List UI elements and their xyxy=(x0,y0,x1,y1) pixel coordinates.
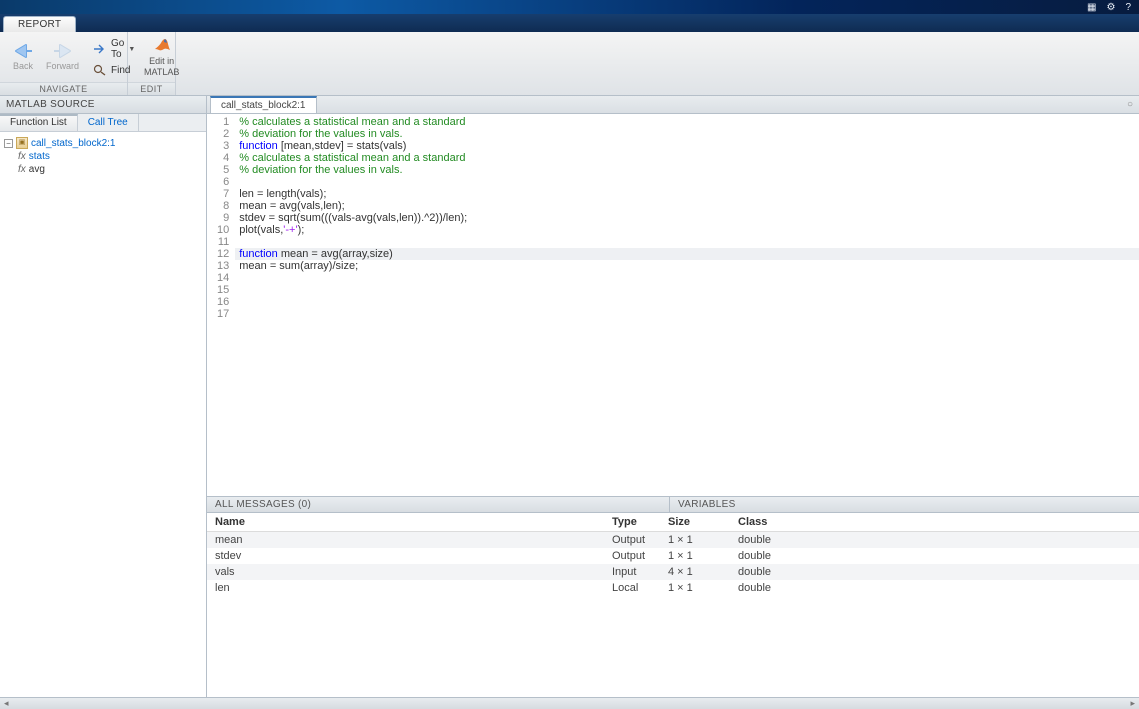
file-tab-bar: call_stats_block2:1 ○ xyxy=(207,96,1139,114)
tree-item-label: avg xyxy=(29,164,45,175)
cell-class: double xyxy=(730,564,1139,580)
forward-arrow-icon xyxy=(52,43,74,59)
table-row[interactable]: lenLocal1 × 1double xyxy=(207,580,1139,596)
matlab-icon xyxy=(152,36,172,54)
block-icon: ▣ xyxy=(16,137,28,149)
content-area: MATLAB SOURCE Function List Call Tree − … xyxy=(0,96,1139,697)
goto-icon xyxy=(93,43,107,55)
edit-in-matlab-button[interactable]: Edit in MATLAB xyxy=(134,34,189,80)
right-panel: call_stats_block2:1 ○ 123456789101112131… xyxy=(207,96,1139,697)
variables-table: Name Type Size Class meanOutput1 × 1doub… xyxy=(207,513,1139,697)
cell-size: 1 × 1 xyxy=(660,580,730,596)
cell-size: 1 × 1 xyxy=(660,532,730,549)
file-tab[interactable]: call_stats_block2:1 xyxy=(210,96,317,113)
table-header-row: Name Type Size Class xyxy=(207,513,1139,532)
line-gutter: 1234567891011121314151617 xyxy=(207,114,235,496)
cell-type: Local xyxy=(604,580,660,596)
edit-group-label: EDIT xyxy=(128,82,175,95)
gear-icon[interactable]: ⚙ xyxy=(1106,2,1115,13)
table-row[interactable]: stdevOutput1 × 1double xyxy=(207,548,1139,564)
tab-call-tree[interactable]: Call Tree xyxy=(78,114,139,131)
left-panel: MATLAB SOURCE Function List Call Tree − … xyxy=(0,96,207,697)
help-icon[interactable]: ? xyxy=(1125,2,1131,13)
cell-type: Input xyxy=(604,564,660,580)
source-tabs: Function List Call Tree xyxy=(0,114,206,132)
cell-name: stdev xyxy=(207,548,604,564)
edit-in-label-1: Edit in xyxy=(149,56,174,67)
navigate-group-label: NAVIGATE xyxy=(0,82,127,95)
tree-root-label: call_stats_block2:1 xyxy=(31,138,116,149)
cell-class: double xyxy=(730,548,1139,564)
tab-function-list[interactable]: Function List xyxy=(0,114,78,131)
back-label: Back xyxy=(13,61,33,71)
app-tabstrip: REPORT xyxy=(0,14,1139,32)
title-bar: ▦ ⚙ ? xyxy=(0,0,1139,14)
collapse-icon[interactable]: − xyxy=(4,139,13,148)
all-messages-header[interactable]: ALL MESSAGES (0) xyxy=(207,497,670,512)
status-bar: ◂ ▸ xyxy=(0,697,1139,709)
edit-in-label-2: MATLAB xyxy=(144,67,179,78)
table-row[interactable]: meanOutput1 × 1double xyxy=(207,532,1139,549)
back-button[interactable]: Back xyxy=(6,41,40,73)
cell-name: mean xyxy=(207,532,604,549)
matlab-source-header: MATLAB SOURCE xyxy=(0,96,206,114)
forward-label: Forward xyxy=(46,61,79,71)
cell-size: 1 × 1 xyxy=(660,548,730,564)
variables-header[interactable]: VARIABLES xyxy=(670,497,1139,512)
toolstrip: Back Forward Go To ▼ Find NAVIGATE xyxy=(0,32,1139,96)
cell-name: len xyxy=(207,580,604,596)
tree-root[interactable]: − ▣ call_stats_block2:1 xyxy=(4,136,202,150)
tab-report[interactable]: REPORT xyxy=(3,16,76,32)
cell-class: double xyxy=(730,532,1139,549)
cell-name: vals xyxy=(207,564,604,580)
magnifier-icon xyxy=(93,64,107,76)
grid-icon[interactable]: ▦ xyxy=(1087,2,1096,13)
code-body[interactable]: % calculates a statistical mean and a st… xyxy=(235,114,1139,496)
col-size[interactable]: Size xyxy=(660,513,730,532)
col-name[interactable]: Name xyxy=(207,513,604,532)
scroll-right-icon[interactable]: ▸ xyxy=(1130,698,1135,709)
col-type[interactable]: Type xyxy=(604,513,660,532)
back-arrow-icon xyxy=(12,43,34,59)
fx-icon: fx xyxy=(18,164,26,175)
tree-item[interactable]: fx avg xyxy=(4,163,202,176)
scroll-left-icon[interactable]: ◂ xyxy=(4,698,9,709)
goto-label: Go To xyxy=(111,38,124,60)
code-editor[interactable]: 1234567891011121314151617 % calculates a… xyxy=(207,114,1139,496)
tree-item[interactable]: fx stats xyxy=(4,150,202,163)
table-row[interactable]: valsInput4 × 1double xyxy=(207,564,1139,580)
cell-type: Output xyxy=(604,532,660,549)
col-class[interactable]: Class xyxy=(730,513,1139,532)
cell-size: 4 × 1 xyxy=(660,564,730,580)
forward-button[interactable]: Forward xyxy=(40,41,85,73)
messages-variables-bar: ALL MESSAGES (0) VARIABLES xyxy=(207,496,1139,513)
cell-type: Output xyxy=(604,548,660,564)
tree-item-label: stats xyxy=(29,151,50,162)
cell-class: double xyxy=(730,580,1139,596)
function-tree: − ▣ call_stats_block2:1 fx statsfx avg xyxy=(0,132,206,697)
close-icon[interactable]: ○ xyxy=(1127,99,1133,110)
fx-icon: fx xyxy=(18,151,26,162)
